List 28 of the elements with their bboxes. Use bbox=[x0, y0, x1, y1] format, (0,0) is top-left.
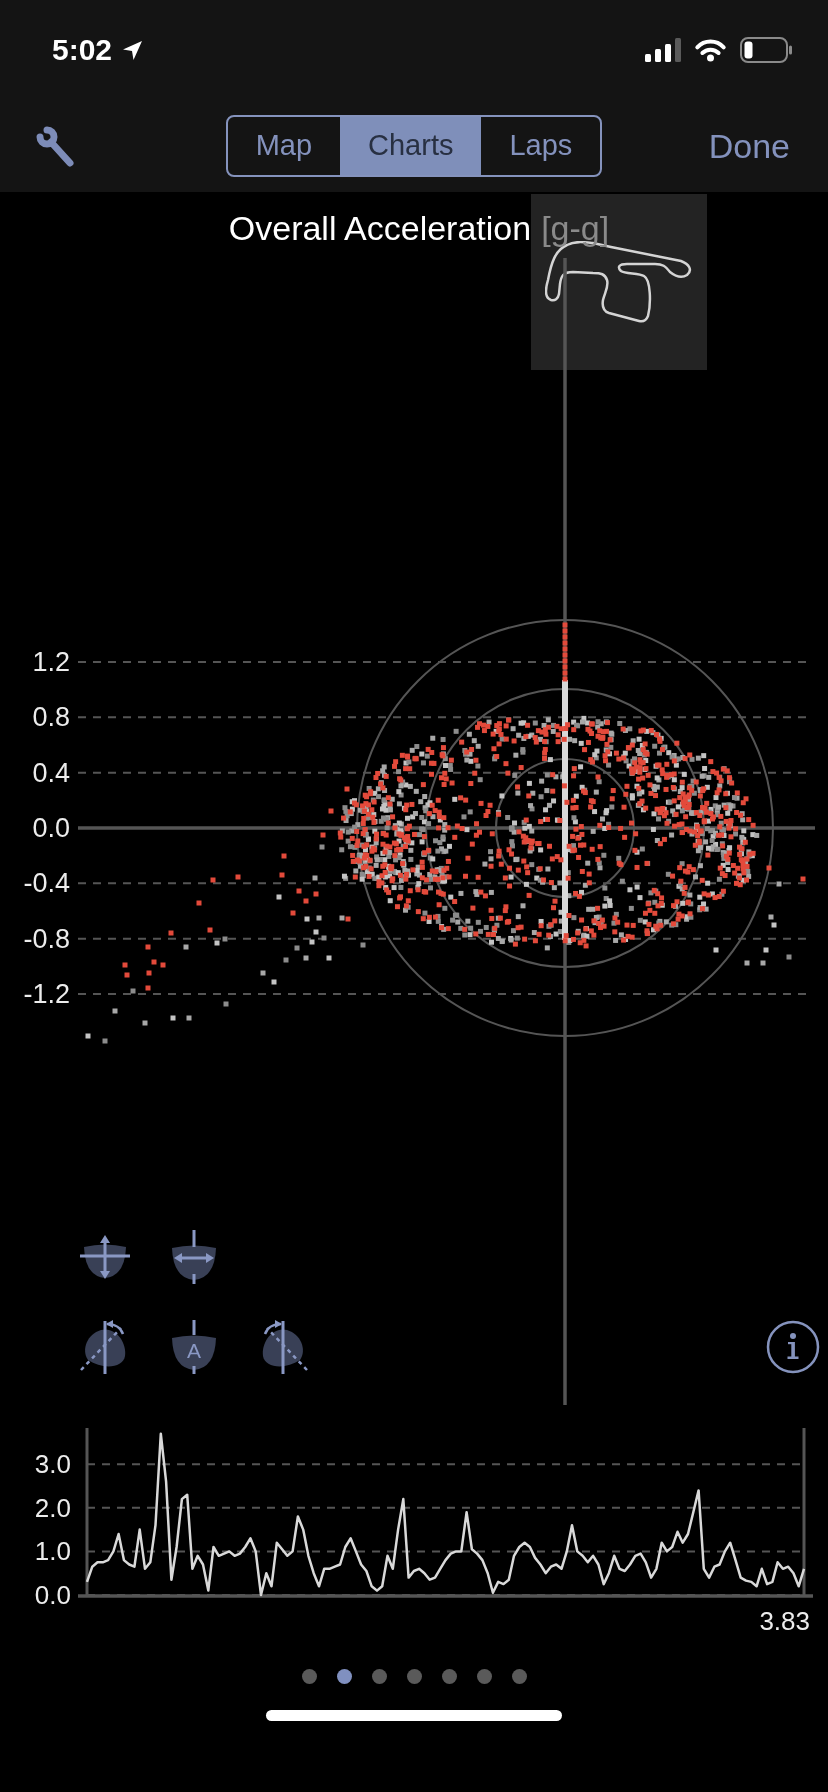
y-tick-label: 0.4 bbox=[32, 757, 70, 788]
y-tick-label: 0.0 bbox=[34, 1580, 71, 1610]
segment-tab[interactable]: Map bbox=[227, 117, 341, 175]
status-time: 5:02 bbox=[52, 35, 113, 65]
signal-icon bbox=[645, 38, 681, 62]
info-icon bbox=[766, 1320, 820, 1374]
segment-tab[interactable]: Laps bbox=[481, 117, 601, 175]
wifi-icon bbox=[694, 38, 727, 62]
unit-label: [g-g] bbox=[541, 208, 610, 248]
y-tick-label: -0.8 bbox=[23, 923, 70, 954]
y-tick-label: 2.0 bbox=[34, 1492, 71, 1523]
y-tick-label: 1.2 bbox=[32, 647, 70, 677]
done-button[interactable]: Done bbox=[708, 129, 790, 163]
location-arrow-icon bbox=[122, 39, 144, 61]
y-tick-label: 1.0 bbox=[34, 1536, 71, 1567]
y-tick-label: -0.4 bbox=[23, 868, 70, 899]
end-value-label: 3.83 bbox=[759, 1606, 810, 1636]
y-tick-label: 3.0 bbox=[34, 1449, 71, 1480]
battery-icon bbox=[740, 37, 792, 63]
y-tick-label: 0.0 bbox=[32, 813, 70, 843]
y-tick-label: -1.2 bbox=[23, 979, 70, 1009]
settings-button[interactable] bbox=[35, 124, 75, 168]
info-button[interactable] bbox=[766, 1320, 820, 1374]
segment-tab[interactable]: Charts bbox=[340, 117, 482, 175]
y-tick-label: 0.8 bbox=[32, 702, 70, 733]
chart-title: Overall Acceleration bbox=[228, 208, 532, 248]
letter-button[interactable]: A bbox=[168, 1320, 220, 1374]
wrench-icon bbox=[35, 124, 75, 168]
